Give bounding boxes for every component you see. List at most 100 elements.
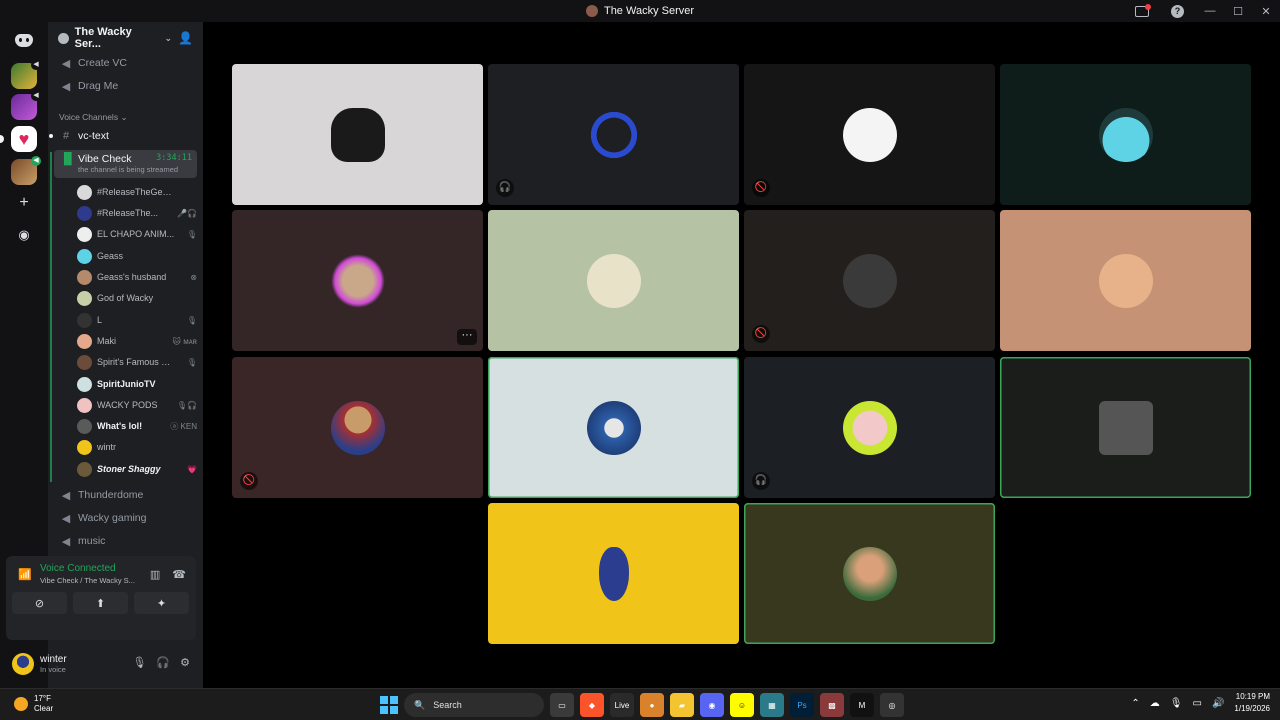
snapchat-icon[interactable]: ☺ <box>730 693 754 717</box>
avatar <box>1098 253 1153 308</box>
app-icon[interactable]: ● <box>640 693 664 717</box>
participant-tile[interactable] <box>744 503 995 644</box>
close-button[interactable]: ✕ <box>1252 5 1280 18</box>
voice-user-name: SpiritJunioTV <box>97 379 156 389</box>
home-button[interactable] <box>11 27 37 53</box>
participant-tile[interactable] <box>488 210 739 351</box>
minimize-button[interactable]: — <box>1196 5 1224 17</box>
app-icon[interactable]: M <box>850 693 874 717</box>
camera-off-button[interactable]: ⊘ <box>12 592 67 614</box>
add-server-icon[interactable]: + <box>14 193 34 213</box>
voice-user[interactable]: Spirit's Famous C... 🎙 <box>77 352 197 372</box>
app-icon[interactable]: ▦ <box>760 693 784 717</box>
more-options-icon[interactable]: ··· <box>457 329 477 345</box>
add-member-icon[interactable]: 👤 <box>178 31 193 45</box>
participant-tile[interactable] <box>488 357 739 498</box>
explore-icon[interactable]: ◉ <box>14 225 34 245</box>
voice-user[interactable]: Stoner Shaggy 💗 <box>77 459 197 479</box>
channel-thunderdome[interactable]: ◀ Thunderdome <box>54 485 197 505</box>
maximize-button[interactable]: ☐ <box>1224 5 1252 18</box>
deafened-icon: 🎧 <box>752 472 770 490</box>
participant-tile[interactable] <box>1000 64 1251 205</box>
avatar <box>1098 400 1153 455</box>
channel-wacky-gaming[interactable]: ◀ Wacky gaming <box>54 508 197 528</box>
obs-icon[interactable]: ◎ <box>880 693 904 717</box>
voice-user-name: wintr <box>97 442 117 452</box>
participant-tile[interactable] <box>1000 210 1251 351</box>
photoshop-icon[interactable]: Ps <box>790 693 814 717</box>
gear-icon[interactable]: ⚙ <box>180 656 190 669</box>
volume-icon[interactable]: 🔊 <box>1212 698 1224 709</box>
participant-tile[interactable]: 🚫 <box>232 357 483 498</box>
date: 1/19/2026 <box>1234 704 1270 713</box>
live-app-icon[interactable]: Live <box>610 693 634 717</box>
channel-label: vc-text <box>78 130 109 142</box>
voice-user[interactable]: #ReleaseThe... 🎤🎧 <box>77 203 197 223</box>
voice-user[interactable]: Geass's husband ⊗ <box>77 267 197 287</box>
clock[interactable]: 10:19 PM 1/19/2026 <box>1234 691 1270 715</box>
brave-browser-icon[interactable]: ◆ <box>580 693 604 717</box>
channel-music[interactable]: ◀ music <box>54 531 197 551</box>
file-explorer-icon[interactable]: ▰ <box>670 693 694 717</box>
server-icon-brown[interactable]: ◀ <box>11 156 41 185</box>
channel-vc-text[interactable]: # vc-text <box>49 126 197 146</box>
voice-user[interactable]: Maki 🐱 ᴍᴀʀ <box>77 331 197 351</box>
disconnect-icon[interactable]: ☎ <box>172 568 186 581</box>
voice-user[interactable]: #ReleaseTheGeekFiles <box>77 182 197 202</box>
app-icon[interactable]: ▩ <box>820 693 844 717</box>
category-voice-channels[interactable]: Voice Channels ⌄ <box>59 112 128 123</box>
participant-tile[interactable] <box>488 503 739 644</box>
microphone-icon[interactable]: 🎙 <box>1170 698 1183 709</box>
inbox-icon[interactable] <box>1135 3 1151 17</box>
channel-create-vc[interactable]: ◀ Create VC <box>54 53 197 73</box>
channel-drag-me[interactable]: ◀ Drag Me <box>54 76 197 96</box>
voice-connected-subtitle[interactable]: Vibe Check / The Wacky S... <box>40 576 135 585</box>
chevron-up-icon[interactable]: ⌃ <box>1131 698 1139 709</box>
headphones-icon[interactable]: 🎧 <box>156 656 170 669</box>
onedrive-icon[interactable]: ☁ <box>1150 698 1160 709</box>
task-view-icon[interactable]: ▭ <box>550 693 574 717</box>
avatar <box>330 107 385 162</box>
voice-user[interactable]: EL CHAPO ANIM... 🎙 <box>77 224 197 244</box>
avatar <box>598 546 629 601</box>
channel-timer: 3:34:11 <box>156 153 192 163</box>
taskbar: 17°F Clear 🔍 Search ▭ ◆ Live ● ▰ ◉ ☺ ▦ P… <box>0 688 1280 720</box>
network-icon[interactable]: ▭ <box>1193 698 1202 709</box>
voice-user[interactable]: L 🎙 <box>77 310 197 330</box>
avatar[interactable] <box>12 653 34 675</box>
participant-tile[interactable]: 🎧 <box>488 64 739 205</box>
voice-user[interactable]: WACKY PODS 🎙🎧 <box>77 395 197 415</box>
taskbar-search[interactable]: 🔍 Search <box>404 693 544 717</box>
discord-taskbar-icon[interactable]: ◉ <box>700 693 724 717</box>
server-header[interactable]: The Wacky Ser... ⌄ 👤 <box>48 22 203 54</box>
help-icon[interactable]: ? <box>1171 4 1184 18</box>
server-icon-turd-island[interactable]: ◀ <box>11 60 41 89</box>
voice-user-name: #ReleaseThe... <box>97 208 159 218</box>
noise-suppression-icon[interactable]: ▥ <box>150 568 160 581</box>
voice-user[interactable]: What's lol! ⓐ KEN <box>77 416 197 436</box>
avatar <box>77 354 92 370</box>
voice-user-name: EL CHAPO ANIM... <box>97 229 175 239</box>
participant-tile[interactable]: 🎧 <box>744 357 995 498</box>
voice-user[interactable]: Geass <box>77 246 197 266</box>
avatar <box>77 461 92 477</box>
server-icon <box>585 5 598 17</box>
participant-tile[interactable]: 🚫 <box>744 64 995 205</box>
start-icon[interactable] <box>380 696 398 714</box>
screen-share-button[interactable]: ⬆ <box>73 592 128 614</box>
participant-tile[interactable] <box>232 64 483 205</box>
server-name: The Wacky Ser... <box>74 26 132 50</box>
activities-button[interactable]: ✦ <box>134 592 189 614</box>
signal-icon[interactable]: 📶 <box>18 568 32 581</box>
server-icon-purple[interactable]: ◀ <box>11 91 41 120</box>
server-icon-wacky[interactable]: ♥ <box>11 126 37 152</box>
voice-user[interactable]: wintr <box>77 437 197 457</box>
voice-user[interactable]: God of Wacky <box>77 288 197 308</box>
microphone-icon[interactable]: 🎙 <box>132 656 146 669</box>
participant-tile[interactable]: ··· <box>232 210 483 351</box>
channel-vibe-check[interactable]: ▐▌ Vibe Check 3:34:11 the channel is bei… <box>54 150 197 178</box>
participant-tile[interactable]: 🚫 <box>744 210 995 351</box>
participant-tile[interactable] <box>1000 357 1251 498</box>
voice-user[interactable]: SpiritJunioTV <box>77 374 197 394</box>
weather-widget[interactable]: 17°F Clear <box>14 694 53 714</box>
